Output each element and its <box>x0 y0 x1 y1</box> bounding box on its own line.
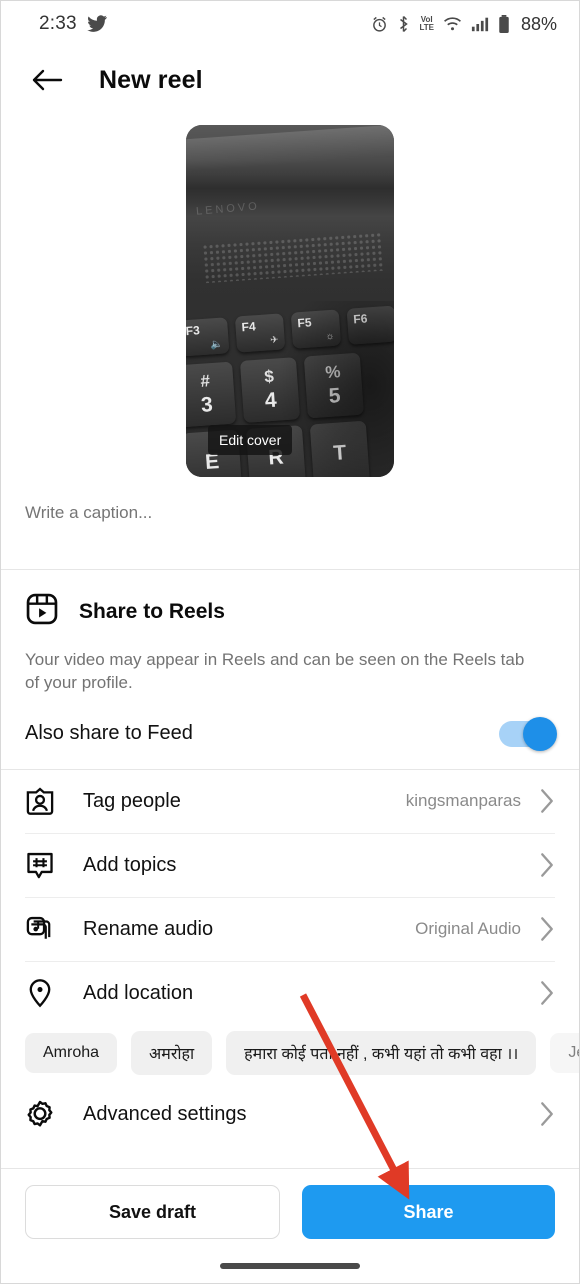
reels-icon <box>25 592 59 631</box>
wifi-icon <box>443 16 462 32</box>
option-label: Add topics <box>83 853 177 876</box>
location-chip[interactable]: Jewelle <box>550 1032 579 1073</box>
option-label: Rename audio <box>83 917 214 940</box>
option-label: Advanced settings <box>83 1102 247 1125</box>
signal-icon <box>471 16 489 32</box>
option-row-rename-audio[interactable]: Rename audio Original Audio <box>25 898 555 961</box>
phone-screen: 2:33 VoI LTE 88% New reel LENOVO F3 🔈 F4… <box>0 0 580 1284</box>
gear-icon <box>25 1099 65 1129</box>
chevron-right-icon[interactable] <box>539 916 555 942</box>
also-share-to-feed-label: Also share to Feed <box>25 722 193 745</box>
status-bar-right: VoI LTE 88% <box>371 14 557 35</box>
edit-cover-button[interactable]: Edit cover <box>208 425 293 455</box>
option-row-tag-people[interactable]: Tag people kingsmanparas <box>25 770 555 833</box>
page-title: New reel <box>99 65 203 94</box>
location-suggestion-chips[interactable]: Amroha अमरोहा हमारा कोई पता नहीं , कभी य… <box>1 1025 579 1083</box>
status-bar: 2:33 VoI LTE 88% <box>1 1 579 47</box>
reel-thumbnail[interactable]: LENOVO F3🔈 F4✈ F5☼ F6 #3 $4 %5 E R T Edi… <box>186 125 394 477</box>
caption-input[interactable] <box>25 503 555 523</box>
toggle-knob <box>523 716 557 751</box>
battery-percent-label: 88% <box>520 13 557 34</box>
location-chip[interactable]: हमारा कोई पता नहीं , कभी यहां तो कभी वहा… <box>226 1030 537 1075</box>
audio-note-icon <box>25 914 65 944</box>
tag-people-icon <box>25 786 65 816</box>
option-row-advanced-settings[interactable]: Advanced settings <box>25 1083 555 1146</box>
chevron-right-icon[interactable] <box>539 1101 555 1127</box>
caption-area <box>1 477 579 569</box>
advanced-settings-list: Advanced settings <box>1 1083 579 1146</box>
bluetooth-icon <box>397 15 410 33</box>
back-arrow-icon[interactable] <box>27 60 67 100</box>
option-label: Tag people <box>83 789 181 812</box>
alarm-icon <box>371 16 388 33</box>
save-draft-button[interactable]: Save draft <box>25 1185 280 1239</box>
key-f3: F3 🔈 <box>186 317 230 357</box>
option-value: kingsmanparas <box>405 791 521 811</box>
twitter-bird-icon <box>86 15 107 33</box>
volte-icon: VoI LTE <box>419 16 434 32</box>
home-indicator <box>220 1263 360 1269</box>
also-share-to-feed-toggle[interactable] <box>499 716 557 751</box>
option-row-add-location[interactable]: Add location <box>25 962 555 1025</box>
location-chip[interactable]: अमरोहा <box>131 1030 213 1075</box>
battery-icon <box>498 14 510 34</box>
status-bar-left: 2:33 <box>39 13 107 35</box>
share-to-reels-title: Share to Reels <box>79 599 225 623</box>
option-value: Original Audio <box>415 919 521 939</box>
chevron-right-icon[interactable] <box>539 852 555 878</box>
volte-bottom-label: LTE <box>419 23 434 32</box>
app-header: New reel <box>1 47 579 113</box>
hashtag-icon <box>25 850 65 880</box>
share-button[interactable]: Share <box>302 1185 576 1245</box>
share-to-reels-header: Share to Reels <box>25 592 555 631</box>
options-list: Tag people kingsmanparas Add topics Rena… <box>1 770 579 1025</box>
chevron-right-icon[interactable] <box>539 980 555 1006</box>
share-to-reels-section: Share to Reels Your video may appear in … <box>1 570 579 769</box>
also-share-to-feed-row[interactable]: Also share to Feed <box>25 695 557 769</box>
location-pin-icon <box>25 978 65 1008</box>
option-row-add-topics[interactable]: Add topics <box>25 834 555 897</box>
chevron-right-icon[interactable] <box>539 788 555 814</box>
bottom-action-bar: Save draft Share <box>1 1168 579 1245</box>
key-3: #3 <box>186 361 237 428</box>
location-chip[interactable]: Amroha <box>25 1032 118 1073</box>
status-time: 2:33 <box>39 13 77 34</box>
share-to-reels-description: Your video may appear in Reels and can b… <box>25 650 525 693</box>
option-label: Add location <box>83 981 194 1004</box>
media-preview-area: LENOVO F3🔈 F4✈ F5☼ F6 #3 $4 %5 E R T Edi… <box>1 113 579 477</box>
